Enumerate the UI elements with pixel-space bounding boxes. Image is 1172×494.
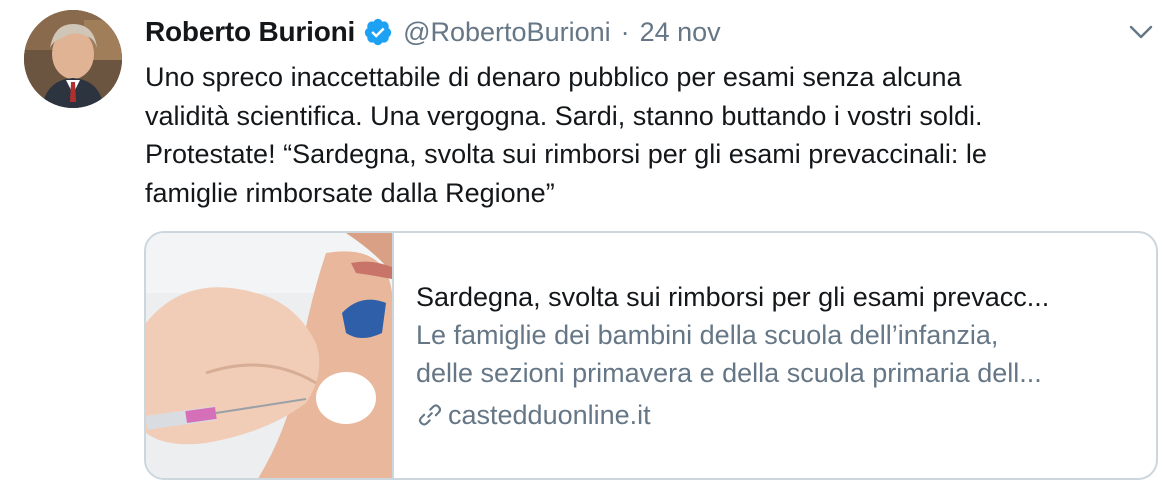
chevron-down-icon[interactable] — [1128, 22, 1154, 42]
card-domain[interactable]: castedduonline.it — [416, 396, 1156, 434]
tweet-date[interactable]: 24 nov — [640, 17, 721, 48]
verified-badge-icon — [364, 18, 392, 46]
tweet: Roberto Burioni @RobertoBurioni · 24 nov… — [0, 0, 1172, 494]
card-description-line: delle sezioni primavera e della scuola p… — [416, 358, 1042, 388]
tweet-text-line: Protestate! “Sardegna, svolta sui rimbor… — [145, 139, 987, 169]
link-preview-card[interactable]: Sardegna, svolta sui rimborsi per gli es… — [144, 231, 1158, 480]
card-body[interactable]: Sardegna, svolta sui rimborsi per gli es… — [394, 233, 1156, 478]
card-title[interactable]: Sardegna, svolta sui rimborsi per gli es… — [416, 278, 1156, 316]
card-description-line: Le famiglie dei bambini della scuola del… — [416, 320, 999, 350]
card-thumbnail[interactable] — [146, 233, 394, 478]
separator-dot: · — [620, 16, 630, 47]
tweet-text: Uno spreco inaccettabile di denaro pubbl… — [145, 58, 1145, 212]
tweet-header: Roberto Burioni @RobertoBurioni · 24 nov — [145, 12, 721, 52]
author-name[interactable]: Roberto Burioni — [145, 16, 355, 48]
link-icon — [418, 404, 442, 426]
author-handle[interactable]: @RobertoBurioni — [403, 17, 611, 48]
tweet-text-line: famiglie rimborsate dalla Regione” — [145, 177, 555, 208]
tweet-text-line: Uno spreco inaccettabile di denaro pubbl… — [145, 62, 962, 92]
avatar[interactable] — [24, 10, 122, 108]
tweet-text-line: validità scientifica. Una vergogna. Sard… — [145, 100, 983, 131]
card-domain-text[interactable]: castedduonline.it — [448, 396, 651, 434]
